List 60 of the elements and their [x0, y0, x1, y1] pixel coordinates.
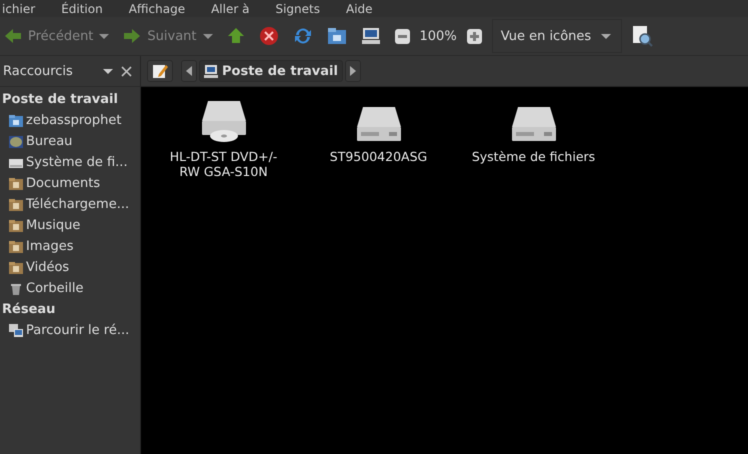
sidebar-item[interactable]: Documents	[2, 173, 140, 194]
caret-icon	[103, 68, 113, 74]
drive-label[interactable]: HL-DT-ST DVD+/- RW GSA-S10N	[161, 149, 286, 179]
right-arrow-icon	[350, 66, 356, 76]
menu-item[interactable]: ichier	[2, 3, 36, 15]
scroll-left-button[interactable]	[181, 60, 197, 82]
menu-item[interactable]: Aide	[346, 3, 373, 15]
folder-icon	[8, 260, 24, 276]
folder-icon	[8, 218, 24, 234]
sidebar-item[interactable]: Corbeille	[2, 278, 140, 299]
menu-item[interactable]: Signets	[275, 3, 320, 15]
zoom-out-icon	[394, 28, 410, 44]
right-arrow-icon	[123, 27, 142, 45]
side-pane-title: Raccourcis	[3, 64, 74, 78]
optical-drive-icon	[200, 99, 248, 143]
sidebar-item[interactable]: Téléchargeme...	[2, 194, 140, 215]
network-icon	[8, 322, 24, 338]
computer-icon	[204, 64, 218, 78]
sidebar-item[interactable]: Musique	[2, 215, 140, 236]
sidebar-item[interactable]: Parcourir le ré...	[2, 320, 140, 341]
zoom-in-icon	[466, 28, 482, 44]
computer-icon	[360, 26, 381, 46]
folder-icon	[8, 196, 24, 212]
desktop-icon	[8, 134, 24, 150]
caret-icon	[99, 34, 110, 38]
path-button[interactable]: Poste de travail	[199, 60, 343, 82]
menu-item[interactable]: Aller à	[211, 3, 250, 15]
zoom-level: 100%	[420, 28, 457, 44]
edit-location-button[interactable]	[147, 60, 173, 82]
stop-icon	[258, 26, 279, 46]
sidebar-item[interactable]: Bureau	[2, 131, 140, 152]
folder-icon	[8, 238, 24, 254]
home-folder-icon	[8, 112, 24, 128]
hard-disk-icon	[510, 105, 558, 143]
hard-disk-icon	[354, 105, 402, 143]
notepad-pencil-icon	[152, 63, 168, 79]
caret-icon	[202, 34, 213, 38]
scroll-right-button[interactable]	[344, 60, 361, 82]
sidebar-item[interactable]: Vidéos	[2, 257, 140, 278]
view-mode-dropdown[interactable]: Vue en icônes	[492, 19, 622, 53]
section-heading: Réseau	[2, 301, 56, 319]
menu-item[interactable]: Édition	[61, 3, 103, 15]
close-icon	[121, 66, 132, 76]
drive-label[interactable]: ST9500420ASG	[316, 149, 441, 164]
close-button[interactable]	[121, 66, 132, 76]
reload-icon	[292, 26, 313, 46]
sidebar-item[interactable]: Système de fi...	[2, 152, 140, 173]
menu-item[interactable]: Affichage	[128, 3, 186, 15]
search-icon	[632, 25, 654, 47]
caret-icon	[601, 34, 612, 38]
pane-menu-button[interactable]	[103, 68, 113, 74]
home-folder-icon	[326, 26, 347, 46]
left-arrow-icon	[4, 27, 22, 45]
folder-icon	[8, 176, 24, 192]
up-icon	[226, 27, 245, 45]
sidebar-item[interactable]: zebassprophet	[2, 110, 140, 131]
left-arrow-icon	[186, 66, 192, 76]
drive-label[interactable]: Système de fichiers	[471, 149, 596, 164]
section-heading: Poste de travail	[2, 91, 119, 109]
sidebar-item[interactable]: Images	[2, 236, 140, 257]
